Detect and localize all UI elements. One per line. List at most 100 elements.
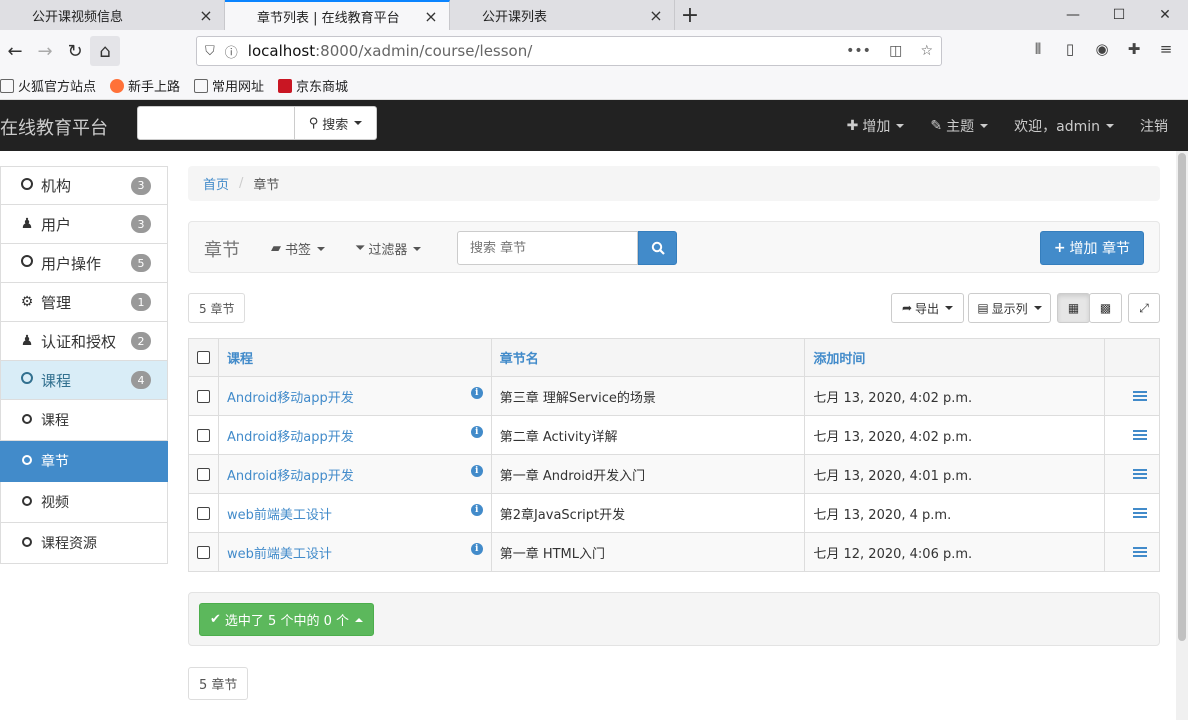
columns-button[interactable]: ▤ 显示列 — [968, 293, 1051, 323]
sidebar-item-auth[interactable]: ♟ 认证和授权 2 — [0, 322, 168, 361]
info-icon[interactable]: i — [470, 425, 483, 438]
row-checkbox[interactable] — [197, 428, 210, 442]
header-search-input[interactable] — [137, 106, 295, 140]
sidebar-subitem-video[interactable]: 视频 — [0, 482, 168, 523]
url-bar[interactable]: ⛉ ⓘ localhost:8000/xadmin/course/lesson/… — [196, 36, 942, 66]
menu-icon[interactable]: ≡ — [1150, 40, 1182, 58]
header-theme-menu[interactable]: ✎ 主题 — [917, 116, 1001, 136]
maximize-icon[interactable]: ☐ — [1096, 0, 1142, 30]
course-cell: web前端美工设计 i — [218, 532, 492, 572]
result-count: 5 章节 — [188, 293, 246, 323]
row-checkbox[interactable] — [197, 506, 210, 520]
grid-small-icon: ▩ — [1099, 301, 1112, 315]
export-button[interactable]: ➦ 导出 — [891, 293, 964, 323]
course-link[interactable]: Android移动app开发 — [227, 430, 354, 445]
fullscreen-button[interactable]: ⤢ — [1128, 293, 1160, 323]
sidebar-item-admin[interactable]: ⚙ 管理 1 — [0, 283, 168, 322]
bookmark-getting-started[interactable]: 新手上路 — [110, 76, 180, 95]
plus-icon: ✚ — [846, 117, 859, 134]
header-search-button[interactable]: ⚲ 搜索 — [295, 106, 377, 140]
forward-arrow-icon[interactable]: → — [30, 36, 60, 66]
row-checkbox[interactable] — [197, 545, 210, 559]
back-arrow-icon[interactable]: ← — [0, 36, 30, 66]
browser-tab-1[interactable]: 公开课视频信息 × — [0, 0, 225, 30]
list-icon[interactable] — [1133, 430, 1147, 440]
course-link[interactable]: Android移动app开发 — [227, 391, 354, 406]
info-icon[interactable]: i — [470, 542, 483, 555]
sidebar-item-course-group[interactable]: 课程 4 — [0, 361, 168, 400]
list-icon[interactable] — [1133, 508, 1147, 518]
caret-down-icon — [317, 246, 326, 251]
row-checkbox[interactable] — [197, 467, 210, 481]
new-tab-plus-icon[interactable]: + — [675, 0, 705, 30]
sidebar-subitem-label: 章节 — [41, 454, 69, 470]
tab-close-icon[interactable]: × — [198, 6, 214, 25]
list-search-input[interactable] — [457, 231, 638, 265]
bookmark-jd[interactable]: 京东商城 — [278, 76, 348, 95]
user-icon: ♟ — [20, 216, 34, 232]
header-logout-link[interactable]: 注销 — [1127, 116, 1188, 136]
add-lesson-button[interactable]: + 增加 章节 — [1039, 231, 1144, 265]
bookmark-firefox[interactable]: 火狐官方站点 — [0, 76, 96, 95]
star-icon[interactable]: ☆ — [920, 43, 933, 59]
extensions-icon[interactable]: ✚ — [1118, 40, 1150, 58]
sidebar-item-org[interactable]: 机构 3 — [0, 166, 168, 205]
browser-tab-3[interactable]: 公开课列表 × — [450, 0, 675, 30]
circle-icon — [19, 372, 35, 388]
minimize-icon[interactable]: — — [1050, 0, 1096, 30]
header-add-time[interactable]: 添加时间 — [804, 338, 1105, 377]
home-icon[interactable]: ⌂ — [90, 36, 120, 66]
brand-title[interactable]: 在线教育平台 — [0, 114, 108, 140]
list-toolbar: 章节 ▰ 书签 ⏷过滤器 +增加 章节 — [188, 221, 1160, 273]
sidebar-item-label: 管理 — [41, 293, 72, 312]
header-user-menu[interactable]: 欢迎，admin — [1001, 116, 1127, 136]
sidebar-subitem-resource[interactable]: 课程资源 — [0, 523, 168, 564]
list-search-button[interactable] — [638, 231, 677, 265]
bulk-action-button[interactable]: ✔ 选中了 5 个中的 0 个 — [199, 603, 374, 636]
select-all-checkbox[interactable] — [197, 351, 210, 364]
url-text[interactable]: localhost:8000/xadmin/course/lesson/ — [248, 42, 832, 60]
tab-close-icon[interactable]: × — [423, 7, 439, 26]
pocket-icon[interactable]: ◫ — [889, 43, 902, 59]
info-icon[interactable]: i — [470, 386, 483, 399]
tab-close-icon[interactable]: × — [648, 6, 664, 25]
sidebar-subitem-course[interactable]: 课程 — [0, 400, 168, 441]
breadcrumb-home-link[interactable]: 首页 — [203, 174, 229, 193]
reload-icon[interactable]: ↻ — [60, 36, 90, 66]
list-icon[interactable] — [1133, 547, 1147, 557]
grid-view-large-button[interactable]: ▦ — [1057, 293, 1090, 323]
url-actions: ••• ◫ ☆ — [832, 43, 933, 59]
page-scrollbar[interactable] — [1176, 151, 1188, 720]
header-add-menu[interactable]: ✚ 增加 — [834, 116, 918, 136]
shield-icon[interactable]: ⛉ — [205, 44, 215, 59]
header-lesson-name[interactable]: 章节名 — [490, 338, 806, 377]
info-circle-icon[interactable]: ⓘ — [225, 42, 238, 61]
page-title: 章节 — [204, 240, 240, 261]
bookmarks-dropdown[interactable]: ▰ 书签 — [271, 239, 326, 258]
info-icon[interactable]: i — [470, 464, 483, 477]
jd-icon — [278, 78, 293, 93]
sidebar-item-user-ops[interactable]: 用户操作 5 — [0, 244, 168, 283]
list-icon[interactable] — [1133, 469, 1147, 479]
info-icon[interactable]: i — [470, 503, 483, 516]
sidebar-icon[interactable]: ▯ — [1054, 40, 1086, 58]
more-dots-icon[interactable]: ••• — [846, 43, 871, 59]
filters-dropdown[interactable]: ⏷ 过滤器 — [355, 239, 422, 258]
course-link[interactable]: web前端美工设计 — [227, 508, 332, 523]
scrollbar-thumb[interactable] — [1178, 153, 1186, 641]
sidebar-subitem-lesson[interactable]: 章节 — [0, 441, 168, 482]
library-icon[interactable]: ⫴ — [1022, 40, 1054, 58]
list-icon[interactable] — [1133, 391, 1147, 401]
sidebar-item-user[interactable]: ♟ 用户 3 — [0, 205, 168, 244]
bookmark-common-sites[interactable]: 常用网址 — [194, 76, 264, 95]
account-icon[interactable]: ◉ — [1086, 40, 1118, 58]
browser-tab-2[interactable]: 章节列表 | 在线教育平台 × — [225, 0, 450, 30]
course-link[interactable]: web前端美工设计 — [227, 547, 332, 562]
filter-icon: ⏷ — [355, 241, 366, 256]
table-row: web前端美工设计 i 第2章JavaScript开发 七月 13, 2020, … — [188, 493, 1160, 533]
grid-view-small-button[interactable]: ▩ — [1089, 293, 1122, 323]
row-checkbox[interactable] — [197, 389, 210, 403]
course-link[interactable]: Android移动app开发 — [227, 469, 354, 484]
header-course[interactable]: 课程 — [218, 338, 492, 377]
close-window-icon[interactable]: ✕ — [1142, 0, 1188, 30]
